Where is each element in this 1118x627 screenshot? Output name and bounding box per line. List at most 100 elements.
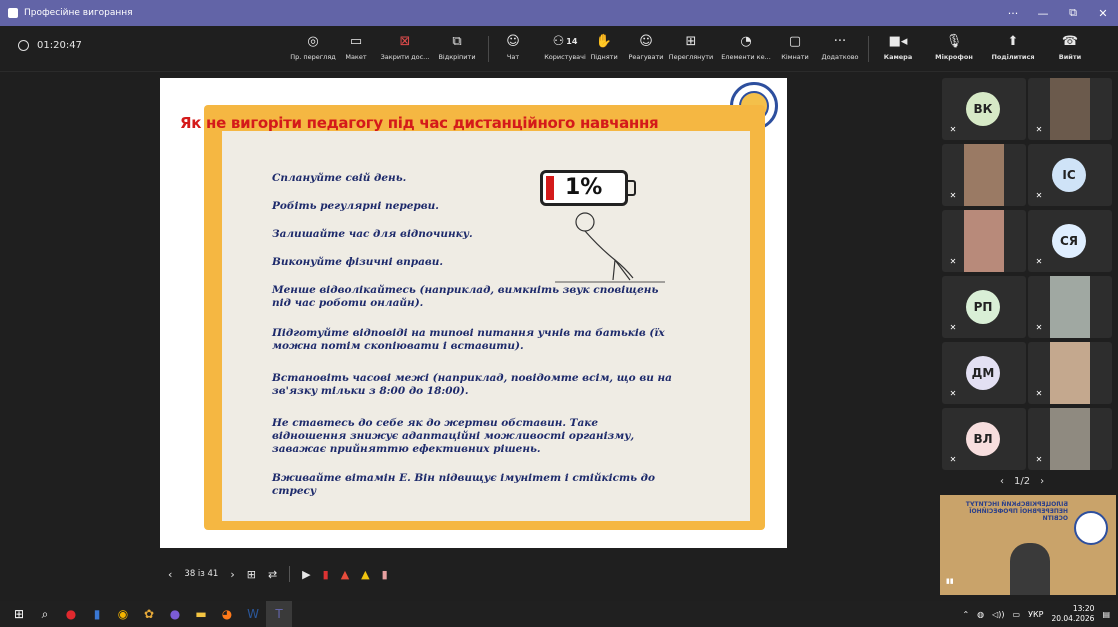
meeting-toolbar: 01:20:47 ◎ Пр. перегляд ▭ Макет ⊠ Закрит…: [0, 26, 1118, 72]
settings-icon[interactable]: ⇄: [268, 568, 277, 581]
participant-tile[interactable]: ДМ ✕: [942, 342, 1026, 404]
slide-paper: [222, 131, 750, 521]
clock[interactable]: 13:20 20.04.2026: [1051, 604, 1094, 624]
participant-tile[interactable]: ✕: [1028, 408, 1112, 470]
grid-view-icon[interactable]: ⊞: [247, 568, 256, 581]
teams-taskbar-icon[interactable]: T: [266, 601, 292, 627]
window-controls: ··· — ⧉ ✕: [998, 0, 1118, 26]
more-button[interactable]: ··· Додатково: [812, 32, 868, 62]
volume-icon[interactable]: ◁)): [992, 610, 1004, 619]
unpin-button[interactable]: ⧉ Відкріпити: [429, 32, 485, 62]
participant-tile[interactable]: ✕: [942, 210, 1026, 272]
mic-muted-icon: ✕: [949, 125, 957, 134]
react-icon: ☺: [639, 33, 653, 49]
meeting-timer: 01:20:47: [18, 40, 82, 51]
share-button[interactable]: ⬆ Поділитися: [985, 32, 1041, 62]
tip-item: Залишайте час для відпочинку.: [272, 228, 473, 240]
camera-button[interactable]: ■◂ Камера: [870, 32, 926, 62]
battery-icon[interactable]: ▭: [1013, 610, 1021, 619]
close-share-icon: ⊠: [399, 33, 411, 49]
participant-tile[interactable]: ✕: [1028, 78, 1112, 140]
participant-video: [1050, 408, 1090, 470]
restore-button[interactable]: ⧉: [1058, 0, 1088, 26]
highlighter-icon[interactable]: ▲: [361, 568, 369, 581]
participant-tile[interactable]: ✕: [942, 144, 1026, 206]
rooms-icon: ▢: [788, 33, 802, 49]
notepad-icon[interactable]: ▮: [84, 601, 110, 627]
presenter-silhouette: [1010, 543, 1050, 595]
page-indicator: 1/2: [1014, 476, 1031, 487]
people-icon: ⚇ 14: [552, 33, 578, 49]
title-bar: Професійне вигорання ··· — ⧉ ✕: [0, 0, 1118, 26]
notifications-icon[interactable]: ▤: [1102, 610, 1110, 619]
view-grid-button[interactable]: ⊞ Переглянути: [663, 32, 719, 62]
next-page-button[interactable]: ›: [1040, 476, 1044, 487]
self-view-banner: БІЛОЦЕРКІВСЬКИЙ ІНСТИТУТ НЕПЕРЕРВНОЇ ПРО…: [965, 501, 1068, 522]
eraser-icon[interactable]: ▮: [382, 568, 388, 581]
network-icon[interactable]: ◍: [977, 610, 984, 619]
pointer-icon[interactable]: ▶: [302, 568, 310, 581]
participant-tile[interactable]: ІС ✕: [1028, 144, 1112, 206]
more-options-button[interactable]: ···: [998, 0, 1028, 26]
windows-start-icon[interactable]: ⊞: [6, 601, 32, 627]
participant-tile[interactable]: ВК ✕: [942, 78, 1026, 140]
close-button[interactable]: ✕: [1088, 0, 1118, 26]
previous-page-button[interactable]: ‹: [1000, 476, 1004, 487]
tip-item: Менше відволікайтесь (наприклад, вимкніт…: [272, 284, 659, 309]
system-tray: ⌃ ◍ ◁)) ▭ УКР 13:20 20.04.2026 ▤: [962, 601, 1110, 627]
word-icon[interactable]: W: [240, 601, 266, 627]
mic-muted-icon: ✕: [949, 389, 957, 398]
layout-icon: ▭: [349, 33, 363, 49]
mic-muted-icon: ✕: [949, 323, 957, 332]
avatar: ІС: [1052, 158, 1086, 192]
teams-icon: [8, 8, 18, 18]
tip-item: Вживайте вітамін Е. Він підвищує імуніте…: [272, 472, 655, 497]
participant-tile[interactable]: СЯ ✕: [1028, 210, 1112, 272]
battery-illustration: 1%: [540, 170, 640, 206]
mic-muted-icon: ✕: [1035, 257, 1043, 266]
viber-icon[interactable]: ●: [162, 601, 188, 627]
avatar: ВК: [966, 92, 1000, 126]
chat-button[interactable]: ☺ Чат: [485, 32, 541, 62]
minimize-button[interactable]: —: [1028, 0, 1058, 26]
chevron-up-icon[interactable]: ⌃: [962, 610, 969, 619]
camera-icon: ■◂: [888, 33, 908, 49]
tip-item: Підготуйте відповіді на типові питання у…: [272, 327, 665, 352]
search-icon[interactable]: ⌕: [32, 601, 58, 627]
paint-icon[interactable]: ✿: [136, 601, 162, 627]
participant-video: [1050, 276, 1090, 338]
firefox-icon[interactable]: ◕: [214, 601, 240, 627]
pen-red-icon[interactable]: ▮: [323, 568, 329, 581]
file-explorer-icon[interactable]: ▬: [188, 601, 214, 627]
participant-video: [964, 210, 1004, 272]
layout-button[interactable]: ▭ Макет: [328, 32, 384, 62]
elements-icon: ◔: [740, 33, 752, 49]
leave-button[interactable]: ☎ Вийти: [1042, 32, 1098, 62]
marker-icon[interactable]: ▲: [341, 568, 349, 581]
next-slide-button[interactable]: ›: [230, 568, 234, 581]
os-taskbar: ⊞ ⌕ ● ▮ ◉ ✿ ● ▬ ◕ W T ⌃ ◍ ◁)) ▭ УКР 13:2…: [0, 601, 1118, 627]
participant-tile[interactable]: ВЛ ✕: [942, 408, 1026, 470]
elements-button[interactable]: ◔ Елементи ке...: [718, 32, 774, 62]
chrome-icon[interactable]: ◉: [110, 601, 136, 627]
tip-item: Робіть регулярні перерви.: [272, 200, 439, 212]
chat-icon: ☺: [506, 33, 520, 49]
microphone-button[interactable]: 🎙 Мікрофон: [926, 32, 982, 62]
self-view-video: БІЛОЦЕРКІВСЬКИЙ ІНСТИТУТ НЕПЕРЕРВНОЇ ПРО…: [940, 495, 1116, 595]
avatar: ВЛ: [966, 422, 1000, 456]
participant-tile[interactable]: РП ✕: [942, 276, 1026, 338]
signal-icon: ▮▮: [946, 577, 954, 585]
previous-slide-button[interactable]: ‹: [168, 568, 172, 581]
mic-muted-icon: ✕: [1035, 191, 1043, 200]
stop-sharing-button[interactable]: ⊠ Закрити дос...: [377, 32, 433, 62]
slide-frame: [204, 105, 765, 530]
divider: [868, 36, 869, 62]
slide-controls: ‹ 38 із 41 › ⊞ ⇄ ▶ ▮ ▲ ▲ ▮: [160, 556, 787, 592]
slide-title: Як не вигоріти педагогу під час дистанці…: [180, 114, 659, 132]
participant-tile[interactable]: ✕: [1028, 276, 1112, 338]
language-indicator[interactable]: УКР: [1028, 610, 1043, 619]
opera-icon[interactable]: ●: [58, 601, 84, 627]
mic-icon: 🎙: [945, 33, 963, 49]
tip-item: Сплануйте свій день.: [272, 172, 407, 184]
participant-tile[interactable]: ✕: [1028, 342, 1112, 404]
